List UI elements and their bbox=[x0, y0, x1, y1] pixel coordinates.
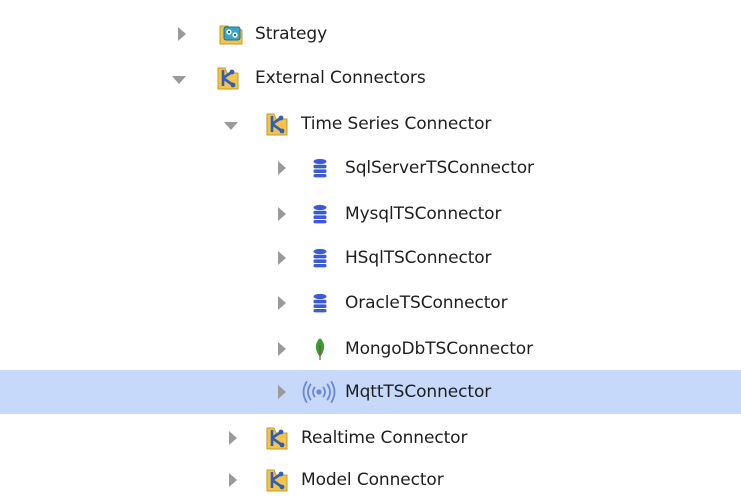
expand-arrow-icon[interactable] bbox=[178, 27, 186, 41]
expand-arrow-icon[interactable] bbox=[278, 296, 286, 310]
tree-item-external-connectors[interactable]: External Connectors bbox=[0, 56, 741, 100]
tree-item-model-connector[interactable]: Model Connector bbox=[0, 458, 741, 502]
expand-arrow-icon[interactable] bbox=[229, 431, 237, 445]
tree-item-label: Time Series Connector bbox=[301, 114, 492, 134]
tree-item-label: External Connectors bbox=[255, 68, 426, 88]
tree-item-strategy[interactable]: Strategy bbox=[0, 12, 741, 56]
tree-item-label: MqttTSConnector bbox=[345, 382, 492, 402]
collapse-arrow-icon[interactable] bbox=[224, 122, 238, 130]
tree-item-sqlserver-ts-connector[interactable]: SqlServerTSConnector bbox=[0, 146, 741, 190]
broadcast-signal-icon bbox=[302, 381, 336, 403]
database-icon bbox=[313, 293, 327, 313]
database-icon bbox=[313, 158, 327, 178]
expand-arrow-icon[interactable] bbox=[278, 342, 286, 356]
tree-item-label: Model Connector bbox=[301, 470, 444, 490]
tree-item-label: Realtime Connector bbox=[301, 428, 468, 448]
tree-item-mongodb-ts-connector[interactable]: MongoDbTSConnector bbox=[0, 327, 741, 371]
database-icon bbox=[313, 248, 327, 268]
connector-folder-icon bbox=[217, 67, 239, 90]
tree-item-realtime-connector[interactable]: Realtime Connector bbox=[0, 416, 741, 460]
expand-arrow-icon[interactable] bbox=[229, 473, 237, 487]
connector-folder-icon bbox=[266, 113, 288, 136]
mongodb-leaf-icon bbox=[315, 338, 325, 360]
database-icon bbox=[313, 204, 327, 224]
tree-item-mysql-ts-connector[interactable]: MysqlTSConnector bbox=[0, 192, 741, 236]
expand-arrow-icon[interactable] bbox=[278, 207, 286, 221]
navigator-tree: Strategy External Connectors Time Series… bbox=[0, 0, 741, 502]
tree-item-label: MongoDbTSConnector bbox=[345, 339, 533, 359]
expand-arrow-icon[interactable] bbox=[278, 385, 286, 399]
connector-folder-icon bbox=[266, 427, 288, 450]
tree-item-label: SqlServerTSConnector bbox=[345, 158, 534, 178]
tree-item-oracle-ts-connector[interactable]: OracleTSConnector bbox=[0, 281, 741, 325]
tree-item-label: HSqlTSConnector bbox=[345, 248, 492, 268]
tree-item-hsql-ts-connector[interactable]: HSqlTSConnector bbox=[0, 236, 741, 280]
connector-folder-icon bbox=[266, 469, 288, 492]
strategy-icon bbox=[219, 25, 243, 45]
tree-item-label: MysqlTSConnector bbox=[345, 204, 502, 224]
expand-arrow-icon[interactable] bbox=[278, 161, 286, 175]
expand-arrow-icon[interactable] bbox=[278, 251, 286, 265]
tree-item-label: OracleTSConnector bbox=[345, 293, 508, 313]
tree-item-time-series-connector[interactable]: Time Series Connector bbox=[0, 102, 741, 146]
collapse-arrow-icon[interactable] bbox=[172, 76, 186, 84]
tree-item-label: Strategy bbox=[255, 24, 328, 44]
tree-item-mqtt-ts-connector[interactable]: MqttTSConnector bbox=[0, 370, 741, 414]
